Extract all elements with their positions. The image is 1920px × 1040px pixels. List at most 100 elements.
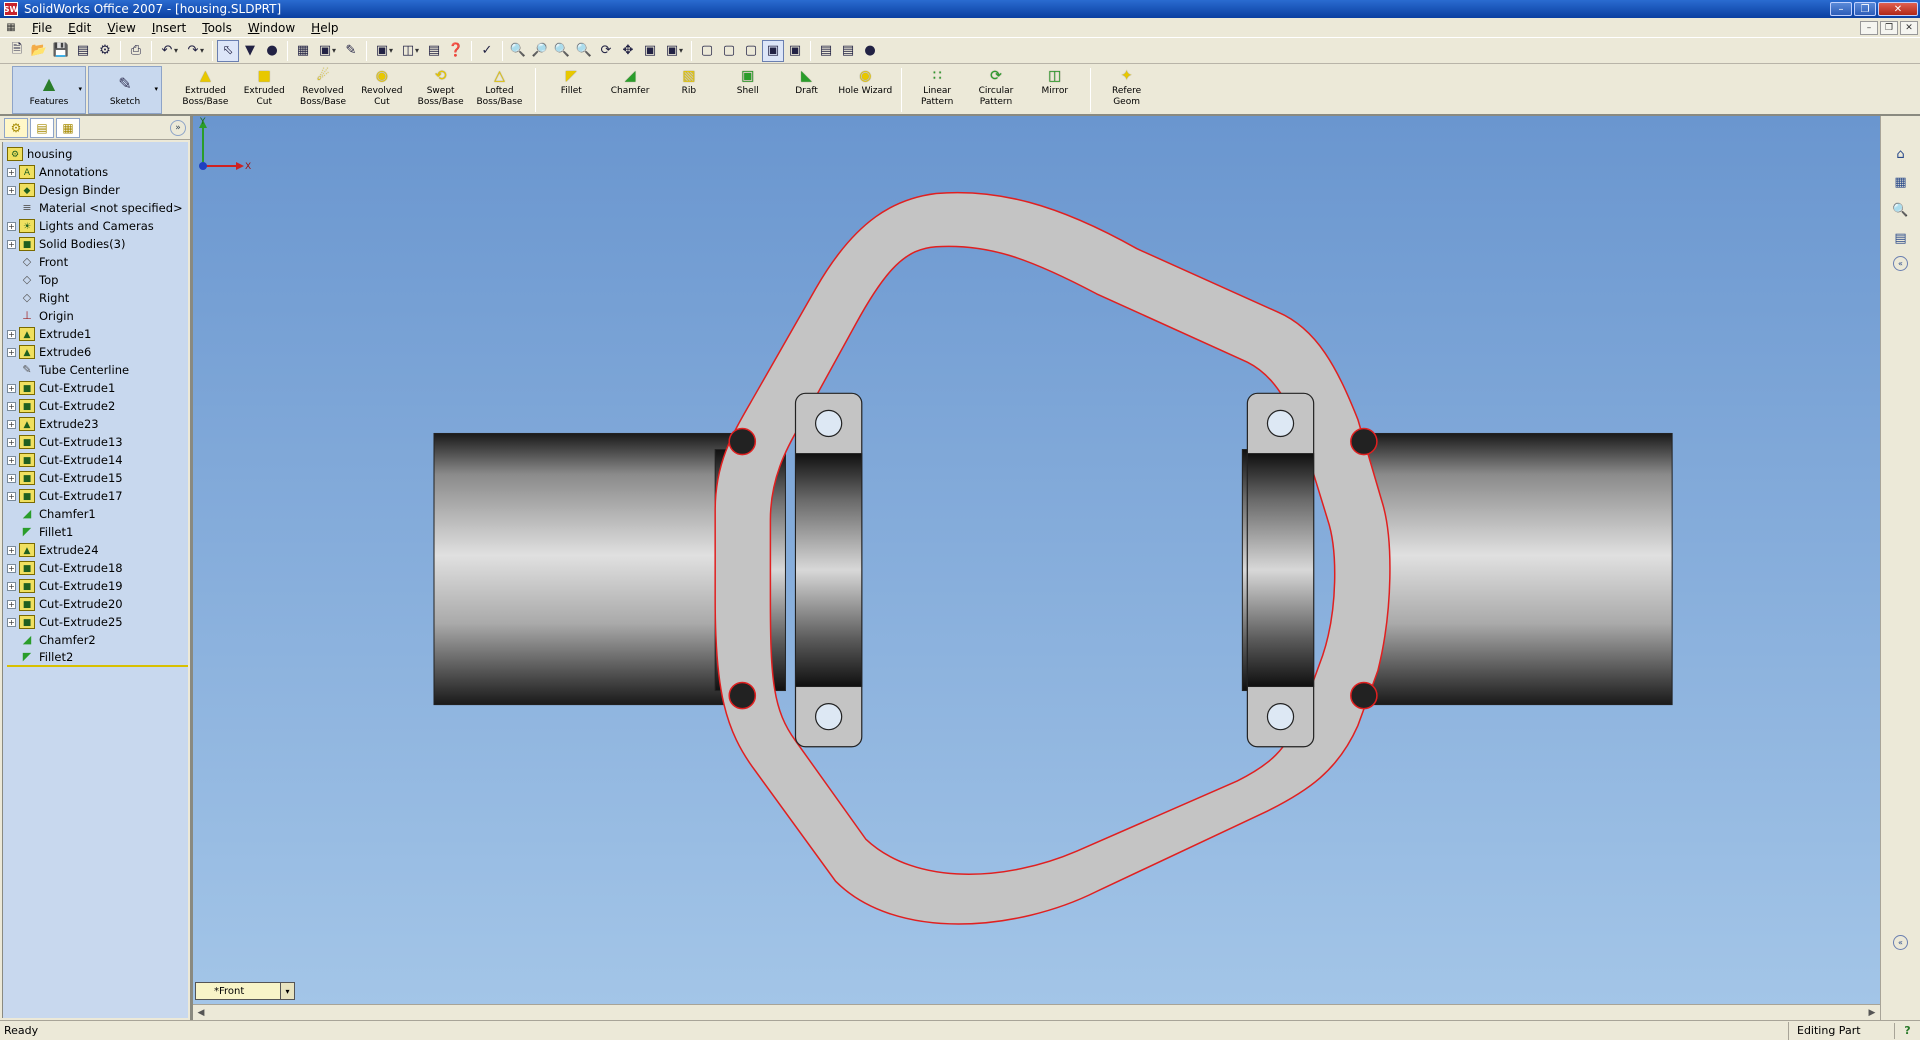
flange-bolt-hole[interactable] <box>1350 427 1378 456</box>
expand-plus-icon[interactable]: + <box>7 401 16 411</box>
tree-root-housing[interactable]: ⚙ housing <box>7 145 188 163</box>
shadows-icon[interactable]: ▤ <box>837 40 859 62</box>
previous-view-icon[interactable]: ▣ <box>639 40 661 62</box>
tree-item[interactable]: + ☀ Lights and Cameras <box>7 217 188 235</box>
fillet-button[interactable]: ◤ Fillet <box>542 68 601 97</box>
section-view-icon[interactable]: ▤ <box>815 40 837 62</box>
standard-views-dropdown-icon[interactable]: ▾ <box>679 46 687 55</box>
zoom-in-out-icon[interactable]: 🔍 <box>551 40 573 62</box>
tree-item[interactable]: + ■ Cut-Extrude1 <box>7 379 188 397</box>
mirror-button[interactable]: ◫ Mirror <box>1025 68 1084 97</box>
menu-view[interactable]: View <box>99 18 143 38</box>
solidworks-app-icon[interactable]: SW <box>4 2 18 16</box>
model-drawing[interactable] <box>193 116 1880 1004</box>
tree-item[interactable]: + ▲ Extrude24 <box>7 541 188 559</box>
zoom-to-fit-icon[interactable]: 🔍 <box>507 40 529 62</box>
tab-hole[interactable] <box>1266 702 1295 731</box>
revolved-boss-button[interactable]: ☄ Revolved Boss/Base <box>294 68 353 108</box>
menu-window[interactable]: Window <box>240 18 303 38</box>
expand-plus-icon[interactable]: + <box>7 599 16 609</box>
tree-item[interactable]: ◇ Top <box>7 271 188 289</box>
appearance-icon[interactable]: ✎ <box>340 40 362 62</box>
expand-plus-icon[interactable]: + <box>7 563 16 573</box>
menu-insert[interactable]: Insert <box>144 18 194 38</box>
view-dropdown-icon[interactable]: ▾ <box>389 46 397 55</box>
view-palette-icon[interactable]: ▤ <box>1891 228 1911 248</box>
make-drawing-icon[interactable]: ▤ <box>72 40 94 62</box>
shell-button[interactable]: ▣ Shell <box>718 68 777 97</box>
linear-pattern-button[interactable]: ∷ Linear Pattern <box>908 68 967 108</box>
tree-item[interactable]: + ▲ Extrude6 <box>7 343 188 361</box>
view-tab[interactable]: *Front ▾ <box>195 982 295 1000</box>
expand-plus-icon[interactable]: + <box>7 239 16 249</box>
lofted-boss-button[interactable]: △ Lofted Boss/Base <box>470 68 529 108</box>
tree-item[interactable]: + ■ Cut-Extrude14 <box>7 451 188 469</box>
circular-pattern-button[interactable]: ⟳ Circular Pattern <box>967 68 1026 108</box>
tree-item[interactable]: ◇ Front <box>7 253 188 271</box>
smart-dimension-icon[interactable]: ✓ <box>476 40 498 62</box>
minimize-button[interactable]: – <box>1830 2 1852 16</box>
sketch-tab-dropdown-icon[interactable]: ▾ <box>154 85 158 93</box>
expand-plus-icon[interactable]: + <box>7 329 16 339</box>
expand-plus-icon[interactable]: + <box>7 473 16 483</box>
flange-bolt-hole[interactable] <box>1350 681 1378 710</box>
expand-plus-icon[interactable]: + <box>7 419 16 429</box>
shaded-with-edges-icon[interactable]: ▣ <box>762 39 784 62</box>
layout-dropdown-icon[interactable]: ▾ <box>415 46 423 55</box>
tab-hole[interactable] <box>814 702 843 731</box>
doc-restore-button[interactable]: ❐ <box>1880 20 1898 35</box>
draft-button[interactable]: ◣ Draft <box>777 68 836 97</box>
tree-item[interactable]: ◢ Chamfer1 <box>7 505 188 523</box>
graphics-area[interactable]: Y X *Front ▾ ◀ ▶ <box>192 116 1880 1020</box>
features-tab-dropdown-icon[interactable]: ▾ <box>78 85 82 93</box>
left-tube[interactable] <box>433 432 736 706</box>
scroll-right-icon[interactable]: ▶ <box>1864 1006 1880 1020</box>
view-tab-dropdown-icon[interactable]: ▾ <box>280 983 294 999</box>
tree-item[interactable]: ✎ Tube Centerline <box>7 361 188 379</box>
flange-bolt-hole[interactable] <box>728 681 757 710</box>
tree-item[interactable]: + ■ Cut-Extrude13 <box>7 433 188 451</box>
tree-item[interactable]: + ■ Solid Bodies(3) <box>7 235 188 253</box>
tree-item[interactable]: + ▲ Extrude23 <box>7 415 188 433</box>
help-icon[interactable]: ❓ <box>445 40 467 62</box>
maximize-button[interactable]: ❐ <box>1854 2 1876 16</box>
tree-item[interactable]: + ▲ Extrude1 <box>7 325 188 343</box>
configuration-manager-tab[interactable]: ▦ <box>56 117 80 138</box>
scroll-left-icon[interactable]: ◀ <box>193 1006 209 1020</box>
expand-plus-icon[interactable]: + <box>7 383 16 393</box>
tree-item[interactable]: + ■ Cut-Extrude19 <box>7 577 188 595</box>
design-library-icon[interactable]: ▦ <box>1891 172 1911 192</box>
file-explorer-icon[interactable]: 🔍 <box>1891 200 1911 220</box>
menu-tools[interactable]: Tools <box>194 18 240 38</box>
sketch-tab[interactable]: ✎ Sketch ▾ <box>88 66 162 114</box>
wireframe-icon[interactable]: ▢ <box>696 40 718 62</box>
expand-plus-icon[interactable]: + <box>7 185 16 195</box>
reference-geometry-button[interactable]: ✦ Refere Geom <box>1097 68 1156 108</box>
swept-boss-button[interactable]: ⟲ Swept Boss/Base <box>411 68 470 108</box>
options-icon[interactable]: ▦ <box>292 40 314 62</box>
tab-hole[interactable] <box>1266 409 1295 438</box>
expand-panel-icon[interactable]: » <box>170 119 186 136</box>
properties-icon[interactable]: ▤ <box>423 40 445 62</box>
hole-wizard-button[interactable]: ◉ Hole Wizard <box>836 68 895 97</box>
tree-item[interactable]: ◇ Right <box>7 289 188 307</box>
redo-dropdown-icon[interactable]: ▾ <box>200 46 208 55</box>
expand-plus-icon[interactable]: + <box>7 221 16 231</box>
doc-close-button[interactable]: ✕ <box>1900 20 1918 35</box>
horizontal-scrollbar[interactable]: ◀ ▶ <box>193 1004 1880 1020</box>
expand-plus-icon[interactable]: + <box>7 545 16 555</box>
tree-item[interactable]: ≡ Material <not specified> <box>7 199 188 217</box>
extruded-cut-button[interactable]: ■ Extruded Cut <box>235 68 294 108</box>
rib-button[interactable]: ▧ Rib <box>660 68 719 97</box>
save-icon[interactable]: 💾 <box>50 40 72 62</box>
expand-plus-icon[interactable]: + <box>7 455 16 465</box>
solidworks-resources-icon[interactable]: ⌂ <box>1891 144 1911 164</box>
tree-item[interactable]: + ■ Cut-Extrude25 <box>7 613 188 631</box>
select-filter-icon[interactable]: ▼ <box>239 40 261 62</box>
right-tube[interactable] <box>1347 432 1673 706</box>
menu-help[interactable]: Help <box>303 18 346 38</box>
pan-icon[interactable]: ✥ <box>617 40 639 62</box>
tree-item[interactable]: + ■ Cut-Extrude20 <box>7 595 188 613</box>
expand-task-pane-icon[interactable]: « <box>1893 935 1908 950</box>
close-button[interactable]: ✕ <box>1878 2 1918 16</box>
